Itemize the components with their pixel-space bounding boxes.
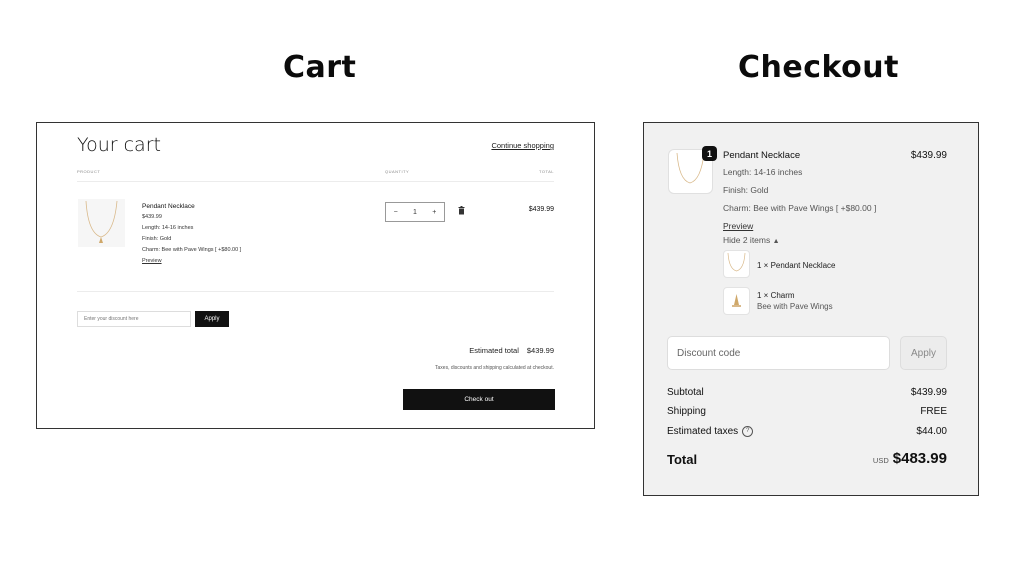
order-item-price: $439.99 xyxy=(910,150,947,161)
subtotal-value: $439.99 xyxy=(910,387,947,398)
necklace-icon xyxy=(727,252,746,272)
taxes-value: $44.00 xyxy=(916,426,947,437)
sub-item: 1 × Pendant Necklace xyxy=(757,260,836,271)
cart-heading: Cart xyxy=(283,50,357,85)
apply-discount-button[interactable]: Apply xyxy=(900,336,947,370)
order-preview-link[interactable]: Preview xyxy=(723,221,753,231)
order-item-length: Length: 14-16 inches xyxy=(723,167,803,177)
decrease-button[interactable]: − xyxy=(394,209,398,216)
order-item-charm: Charm: Bee with Pave Wings [ +$80.00 ] xyxy=(723,203,877,213)
product-price: $439.99 xyxy=(142,214,162,220)
shipping-label: Shipping xyxy=(667,406,706,417)
header-divider xyxy=(77,181,554,182)
quantity-column-header: QUANTITY xyxy=(385,169,410,174)
total-value-group: USD $483.99 xyxy=(873,450,947,467)
checkout-heading: Checkout xyxy=(738,50,899,85)
shipping-value: FREE xyxy=(920,406,947,417)
chevron-up-icon: ▲ xyxy=(772,238,780,245)
product-charm: Charm: Bee with Pave Wings [ +$80.00 ] xyxy=(142,247,242,253)
estimated-total-label: Estimated total xyxy=(469,346,519,355)
discount-input[interactable] xyxy=(77,311,191,327)
product-info: Pendant Necklace $439.99 Length: 14-16 i… xyxy=(142,201,241,267)
continue-shopping-link[interactable]: Continue shopping xyxy=(491,141,554,150)
increase-button[interactable]: + xyxy=(432,209,436,216)
estimated-total: Estimated total $439.99 xyxy=(469,346,554,355)
sub-item-thumbnail xyxy=(723,250,750,278)
charm-icon xyxy=(732,294,741,307)
sub-item-label: 1 × Pendant Necklace xyxy=(757,261,836,270)
items-divider xyxy=(77,291,554,292)
hide-items-toggle[interactable]: Hide 2 items ▲ xyxy=(723,235,780,245)
preview-link[interactable]: Preview xyxy=(142,256,241,267)
taxes-row: Estimated taxes? xyxy=(667,426,754,438)
help-icon[interactable]: ? xyxy=(742,426,754,437)
trash-icon[interactable] xyxy=(458,206,465,215)
subtotal-label: Subtotal xyxy=(667,387,704,398)
estimated-total-value: $439.99 xyxy=(526,346,554,355)
checkout-panel: 1 Pendant Necklace $439.99 Length: 14-16… xyxy=(643,122,979,496)
sub-item-label: 1 × Charm xyxy=(757,291,795,300)
tax-note: Taxes, discounts and shipping calculated… xyxy=(435,365,554,371)
order-item-name: Pendant Necklace xyxy=(723,150,801,161)
taxes-label: Estimated taxes xyxy=(667,426,739,438)
order-item-finish: Finish: Gold xyxy=(723,185,769,195)
product-finish: Finish: Gold xyxy=(142,236,172,242)
apply-discount-button[interactable]: Apply xyxy=(195,311,229,327)
cart-title: Your cart xyxy=(77,134,161,156)
total-column-header: TOTAL xyxy=(538,169,554,174)
product-name[interactable]: Pendant Necklace xyxy=(142,201,241,212)
sub-item-desc: Bee with Pave Wings xyxy=(757,302,833,311)
necklace-icon xyxy=(85,200,118,243)
line-total: $439.99 xyxy=(528,206,554,213)
checkout-button[interactable]: Check out xyxy=(403,389,555,410)
hide-items-label: Hide 2 items xyxy=(723,235,771,245)
discount-code-input[interactable]: Discount code xyxy=(667,336,890,370)
product-length: Length: 14-16 inches xyxy=(142,225,194,231)
sub-item: 1 × Charm Bee with Pave Wings xyxy=(757,290,833,312)
quantity-badge: 1 xyxy=(702,146,717,161)
total-label: Total xyxy=(667,452,698,467)
total-value: $483.99 xyxy=(892,450,947,467)
product-image[interactable] xyxy=(78,199,125,247)
cart-panel: Your cart Continue shopping PRODUCT QUAN… xyxy=(36,122,595,429)
currency-code: USD xyxy=(872,456,889,465)
product-column-header: PRODUCT xyxy=(77,169,101,174)
quantity-value[interactable]: 1 xyxy=(413,209,417,216)
quantity-stepper[interactable]: − 1 + xyxy=(385,202,445,222)
sub-item-thumbnail xyxy=(723,287,750,315)
